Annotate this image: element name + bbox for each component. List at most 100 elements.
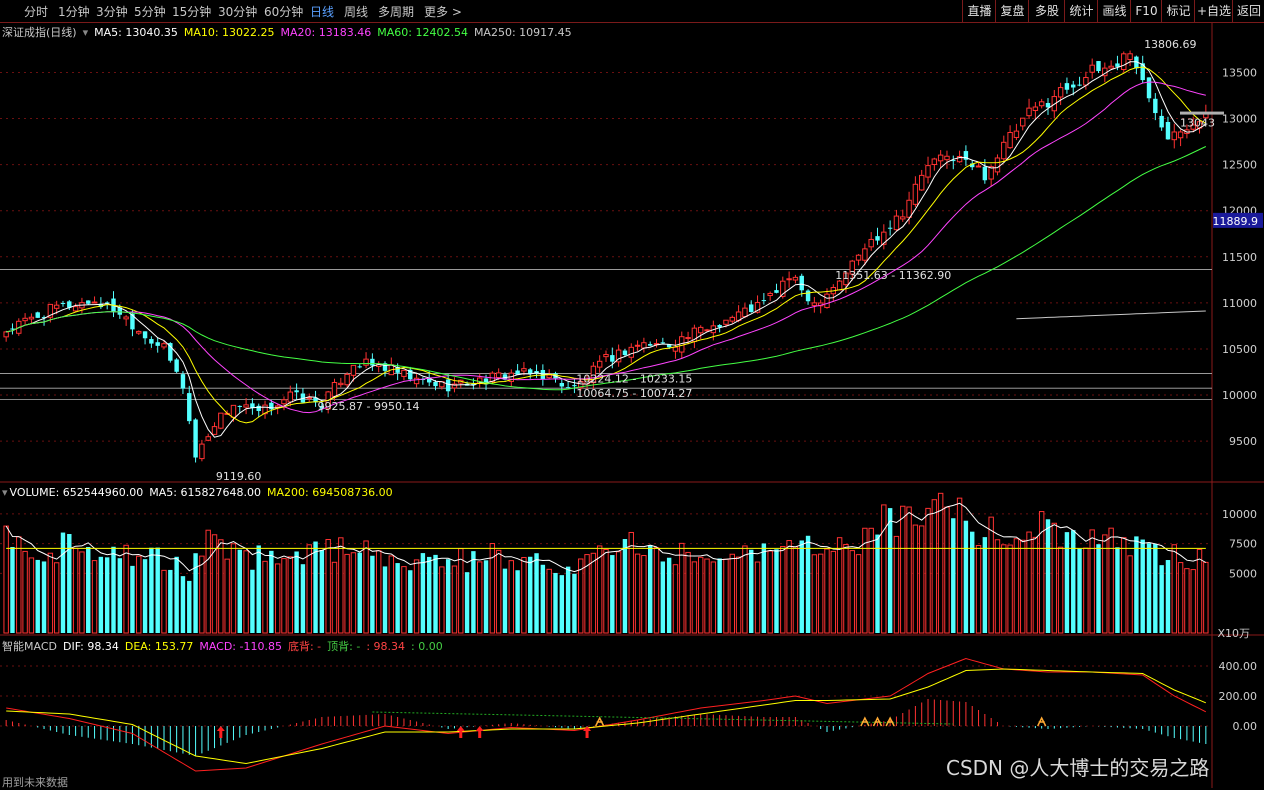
signal-marker-icon — [1037, 716, 1047, 727]
candle-body-down — [799, 275, 804, 291]
candle-body-up — [344, 373, 350, 386]
period-tab-8[interactable]: 周线 — [344, 3, 368, 20]
period-tab-6[interactable]: 60分钟 — [264, 3, 303, 20]
toolbar-button-0[interactable]: 直播 — [962, 0, 996, 22]
candle-body-up — [698, 326, 704, 334]
volume-bar-down — [180, 576, 186, 633]
toolbar-button-5[interactable]: F10 — [1130, 0, 1162, 22]
volume-bar-down — [294, 551, 299, 633]
volume-bar-up — [521, 557, 527, 634]
volume-bar-down — [111, 546, 116, 633]
candle-body-down — [174, 359, 179, 372]
candle-body-down — [370, 358, 375, 366]
price-tick-label: 12500 — [1222, 159, 1257, 172]
candle-body-up — [868, 238, 874, 248]
candle-body-down — [180, 374, 186, 389]
volume-bar-up — [53, 562, 60, 634]
period-tab-2[interactable]: 3分钟 — [96, 3, 128, 20]
volume-bar-up — [1177, 562, 1184, 634]
volume-bar-up — [679, 542, 685, 634]
candle-body-up — [1083, 77, 1089, 86]
candle-body-up — [925, 165, 931, 178]
candle-body-up — [824, 293, 830, 309]
candle-body-up — [546, 374, 552, 379]
toolbar-button-2[interactable]: 多股 — [1028, 0, 1065, 22]
volume-bar-up — [931, 499, 938, 634]
volume-bar-down — [60, 532, 66, 633]
candle-body-up — [1026, 107, 1032, 117]
volume-bar-down — [887, 508, 893, 633]
volume-bar-up — [925, 507, 931, 634]
volume-bar-down — [370, 555, 375, 633]
toolbar-button-6[interactable]: 标记 — [1161, 0, 1195, 22]
macd-tick-label: 0.00 — [1233, 720, 1258, 733]
volume-bar-up — [1026, 531, 1032, 634]
volume-bar-up — [937, 492, 944, 634]
annotation-range-1: 9925.87 - 9950.14 — [318, 400, 420, 413]
volume-bar-down — [1064, 532, 1070, 633]
volume-bar-down — [666, 557, 672, 633]
volume-bar-up — [388, 555, 395, 634]
annotation-low: 9119.60 — [216, 470, 262, 483]
period-tab-0[interactable]: 分时 — [24, 3, 48, 20]
volume-bar-up — [900, 505, 906, 634]
toolbar-button-4[interactable]: 画线 — [1097, 0, 1131, 22]
toolbar-button-1[interactable]: 复盘 — [995, 0, 1029, 22]
volume-bar-up — [1190, 569, 1196, 634]
candle-body-up — [742, 307, 748, 318]
volume-bar-up — [439, 566, 445, 634]
volume-bar-down — [1045, 519, 1051, 633]
period-tab-7[interactable]: 日线 — [310, 3, 334, 20]
volume-bar-up — [994, 539, 1001, 634]
price-panel-dropdown-icon[interactable]: ▾ — [83, 26, 89, 39]
volume-bar-up — [495, 549, 502, 634]
volume-bar-down — [35, 559, 40, 633]
period-tab-4[interactable]: 15分钟 — [172, 3, 211, 20]
toolbar-button-7[interactable]: +自选 — [1194, 0, 1233, 22]
vol-legend-item-2: MA200: 694508736.00 — [266, 486, 393, 499]
period-tab-5[interactable]: 30分钟 — [218, 3, 257, 20]
signal-marker-icon — [595, 716, 605, 727]
period-tab-10[interactable]: 更多 > — [424, 3, 462, 20]
candle-body-down — [1064, 83, 1070, 90]
volume-bar-up — [634, 553, 641, 634]
volume-bar-up — [79, 551, 85, 634]
candle-body-up — [218, 412, 224, 429]
volume-bar-down — [799, 540, 804, 633]
toolbar-button-8[interactable]: 返回 — [1232, 0, 1264, 22]
candle-body-up — [641, 342, 647, 349]
volume-bar-down — [250, 569, 255, 633]
candle-body-up — [136, 330, 142, 334]
candle-body-down — [1045, 102, 1051, 108]
volume-bar-up — [723, 558, 729, 634]
candle-body-down — [155, 342, 160, 346]
candle-body-up — [331, 381, 338, 397]
candle-body-up — [836, 280, 843, 291]
volume-bar-down — [174, 556, 179, 633]
candle-body-up — [1121, 53, 1127, 70]
candle-body-up — [1013, 130, 1020, 138]
period-tab-3[interactable]: 5分钟 — [134, 3, 166, 20]
candle-body-down — [660, 342, 666, 344]
candle-body-down — [610, 355, 615, 362]
volume-bar-up — [792, 546, 799, 634]
period-tab-1[interactable]: 1分钟 — [58, 3, 90, 20]
volume-bar-down — [483, 560, 489, 633]
volume-bar-up — [91, 560, 98, 634]
volume-bar-up — [1203, 561, 1209, 634]
volume-bar-up — [3, 525, 9, 634]
volume-bar-down — [142, 559, 148, 633]
candle-body-down — [761, 300, 767, 302]
toolbar-button-3[interactable]: 统计 — [1064, 0, 1098, 22]
volume-bar-up — [855, 554, 862, 634]
period-tab-9[interactable]: 多周期 — [378, 3, 414, 20]
volume-bar-up — [653, 547, 660, 634]
candle-body-down — [35, 312, 40, 318]
macd-tick-label: 400.00 — [1219, 660, 1258, 673]
volume-panel-dropdown-icon[interactable]: ▾ — [2, 486, 8, 499]
candle-body-down — [237, 405, 242, 407]
volume-bar-down — [647, 545, 653, 633]
volume-bar-up — [742, 545, 748, 634]
chart-area: 9500100001050011000115001200012500130001… — [0, 23, 1264, 788]
volume-bar-up — [28, 557, 35, 634]
